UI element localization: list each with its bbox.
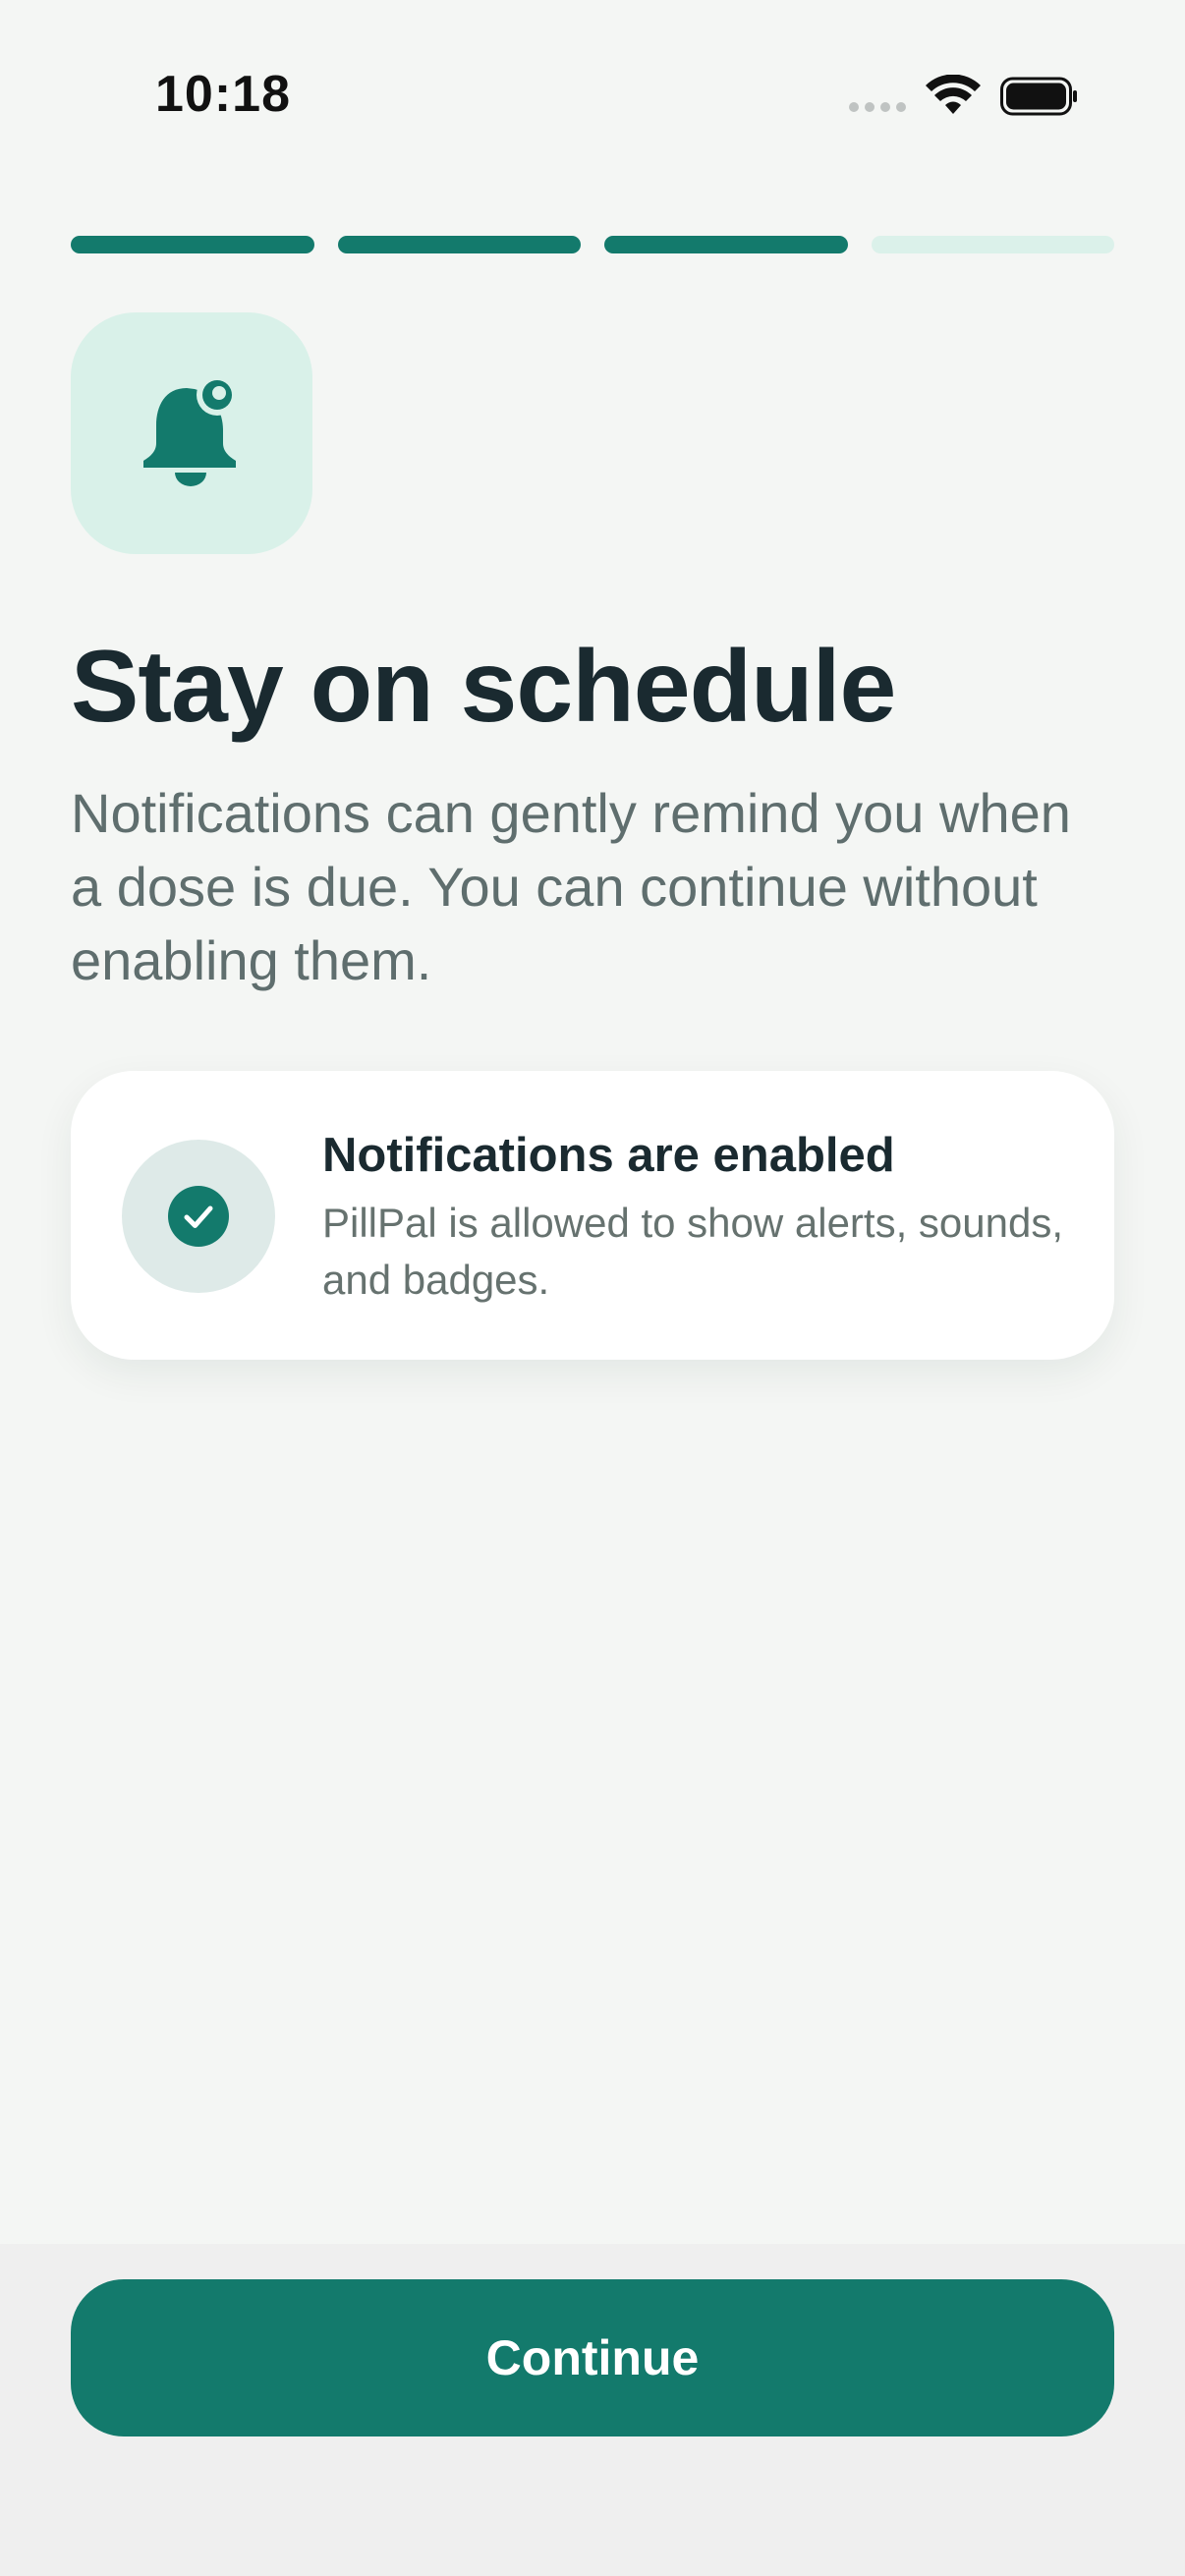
status-card-subtitle: PillPal is allowed to show alerts, sound…	[322, 1200, 1064, 1303]
bottom-action-bar: Continue	[0, 2244, 1185, 2576]
cellular-signal-icon	[849, 102, 906, 112]
status-card-title: Notifications are enabled	[322, 1129, 895, 1182]
status-bar: 10:18	[0, 0, 1185, 196]
progress-step-4	[871, 236, 1114, 253]
page-title: Stay on schedule	[71, 630, 896, 744]
progress-step-2	[337, 236, 581, 253]
notification-status-card: Notifications are enabled PillPal is all…	[71, 1071, 1114, 1360]
onboarding-progress	[71, 236, 1114, 253]
checkmark-circle-icon	[168, 1186, 229, 1247]
battery-icon	[1000, 77, 1077, 116]
wifi-icon	[926, 75, 981, 114]
bell-badge-icon	[143, 374, 238, 486]
page-description: Notifications can gently remind you when…	[71, 782, 1071, 991]
status-time: 10:18	[155, 66, 291, 123]
progress-step-1	[71, 236, 314, 253]
progress-step-3	[604, 236, 848, 253]
continue-button[interactable]: Continue	[71, 2279, 1114, 2436]
status-icon-circle	[122, 1140, 275, 1293]
header-icon-tile	[71, 312, 312, 554]
